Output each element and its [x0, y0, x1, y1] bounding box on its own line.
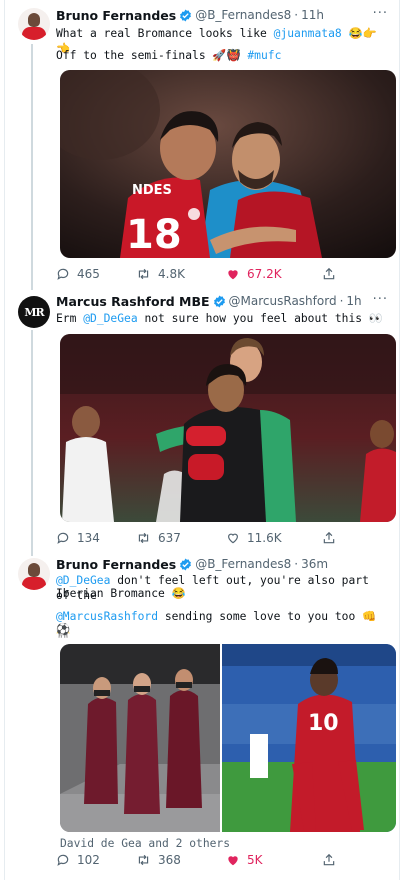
reply-count: 102 [77, 853, 100, 867]
handle[interactable]: @B_Fernandes8 [195, 8, 291, 22]
display-name[interactable]: Bruno Fernandes [56, 557, 176, 572]
verified-icon [179, 9, 192, 22]
shirt-name-text: NDES [132, 183, 172, 198]
tagged-users[interactable]: David de Gea and 2 others [60, 837, 230, 850]
retweet-icon [138, 854, 149, 866]
timestamp[interactable]: 36m [301, 557, 328, 571]
share-button[interactable] [322, 853, 336, 867]
tweet-text: Off to the semi-finals 🚀👹 #mufc [56, 49, 282, 62]
tweet-text: Erm @D_DeGea not sure how you feel about… [56, 312, 383, 325]
avatar[interactable]: MR [18, 296, 50, 328]
like-count: 11.6K [247, 531, 282, 545]
timestamp[interactable]: 11h [301, 8, 324, 22]
verified-icon [179, 558, 192, 571]
heart-icon [228, 533, 238, 544]
share-button[interactable] [322, 531, 336, 545]
handle[interactable]: @B_Fernandes8 [195, 557, 291, 571]
retweet-button[interactable]: 637 [136, 531, 226, 545]
tweet-header: Bruno Fernandes @B_Fernandes8 · 11h [56, 7, 324, 23]
retweet-count: 4.8K [158, 267, 185, 281]
more-icon[interactable]: ··· [373, 6, 388, 21]
retweet-icon [138, 532, 149, 544]
reply-icon [57, 268, 69, 280]
more-icon[interactable]: ··· [373, 292, 388, 307]
tweet-1[interactable]: Bruno Fernandes @B_Fernandes8 · 11h ··· … [4, 0, 400, 290]
share-icon [323, 267, 335, 280]
avatar[interactable] [18, 558, 50, 590]
share-icon [323, 853, 335, 866]
heart-icon [228, 856, 238, 866]
tweet-photo-grid[interactable]: 10 [60, 644, 396, 832]
reply-icon [57, 854, 69, 866]
shirt-number-text: 10 [308, 711, 339, 736]
share-icon [323, 531, 335, 544]
tweet-text: ⚽ [56, 623, 71, 636]
reply-icon [57, 532, 69, 544]
verified-icon [213, 295, 226, 308]
mention-link[interactable]: @D_DeGea [83, 312, 137, 325]
tweet-header: Marcus Rashford MBE @MarcusRashford · 1h [56, 293, 362, 309]
like-count: 5K [247, 853, 263, 867]
tweet-photo[interactable] [60, 334, 396, 522]
shirt-number-text: 18 [126, 212, 182, 258]
retweet-button[interactable]: 368 [136, 853, 226, 867]
tweet-text: Iberian Bromance 😂 [56, 587, 186, 600]
tweet-photo[interactable]: 10 [222, 644, 396, 832]
reply-button[interactable]: 134 [56, 531, 136, 545]
mention-link[interactable]: @juanmata8 [274, 27, 342, 40]
display-name[interactable]: Marcus Rashford MBE [56, 294, 210, 309]
tweet-photo[interactable] [60, 644, 220, 832]
display-name[interactable]: Bruno Fernandes [56, 8, 176, 23]
reply-button[interactable]: 465 [56, 267, 136, 281]
handle[interactable]: @MarcusRashford [229, 294, 337, 308]
action-bar: 465 4.8K 67.2K [56, 266, 366, 282]
retweet-button[interactable]: 4.8K [136, 267, 226, 281]
like-button[interactable]: 67.2K [226, 267, 322, 281]
retweet-icon [138, 268, 149, 280]
avatar[interactable] [18, 8, 50, 40]
tweet-photo[interactable]: NDES 18 [60, 70, 396, 258]
action-bar: 134 637 11.6K [56, 530, 366, 546]
timestamp[interactable]: 1h [346, 294, 361, 308]
action-bar: 102 368 5K [56, 852, 366, 868]
like-count: 67.2K [247, 267, 282, 281]
like-button[interactable]: 11.6K [226, 531, 322, 545]
share-button[interactable] [322, 267, 336, 281]
reply-button[interactable]: 102 [56, 853, 136, 867]
reply-count: 465 [77, 267, 100, 281]
hashtag-link[interactable]: #mufc [247, 49, 281, 62]
retweet-count: 368 [158, 853, 181, 867]
tweet-header: Bruno Fernandes @B_Fernandes8 · 36m [56, 556, 329, 572]
retweet-count: 637 [158, 531, 181, 545]
tweet-3[interactable]: Bruno Fernandes @B_Fernandes8 · 36m @D_D… [4, 552, 400, 880]
like-button[interactable]: 5K [226, 853, 322, 867]
tweet-2[interactable]: MR Marcus Rashford MBE @MarcusRashford ·… [4, 290, 400, 552]
heart-icon [228, 270, 238, 280]
reply-count: 134 [77, 531, 100, 545]
